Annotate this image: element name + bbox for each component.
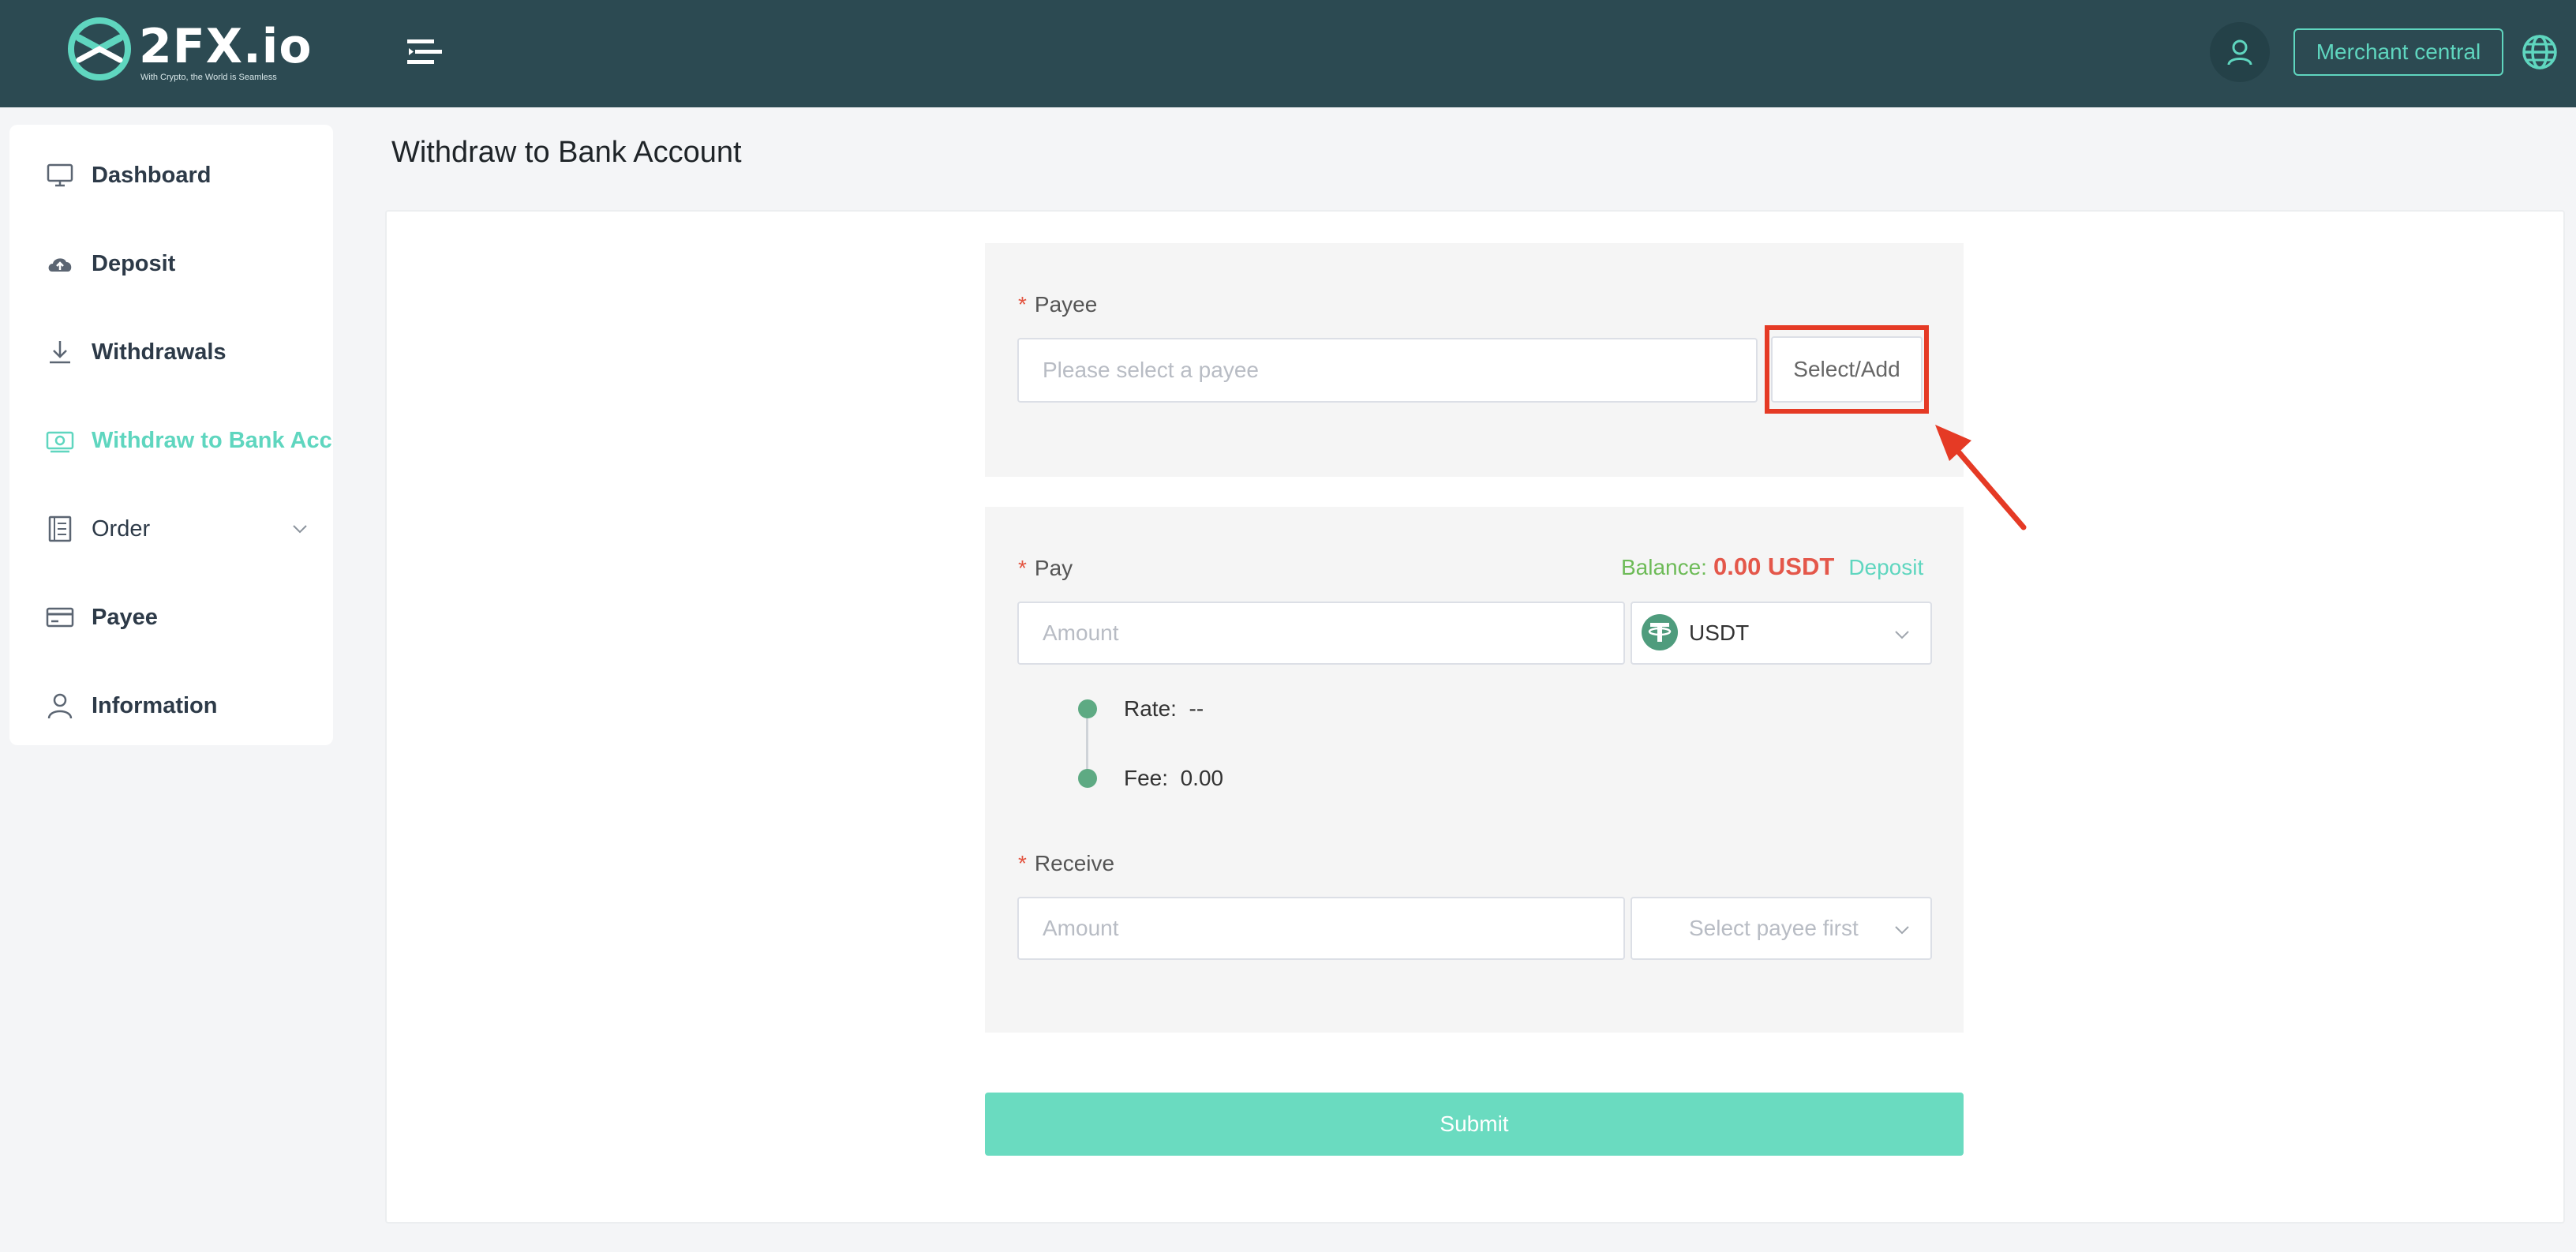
logo-mark-icon — [68, 17, 131, 81]
sidebar-item-order[interactable]: Order — [9, 485, 333, 573]
required-mark: * — [1018, 556, 1027, 580]
sidebar-item-label: Withdraw to Bank Account — [92, 427, 333, 453]
top-bar: 2FX.io With Crypto, the World is Seamles… — [0, 0, 2576, 107]
download-icon — [50, 341, 70, 364]
chevron-down-icon — [1895, 926, 1909, 935]
receive-label-text: Receive — [1034, 851, 1115, 875]
sidebar-item-label: Payee — [92, 604, 158, 630]
user-icon — [2227, 39, 2252, 66]
rate-label: Rate: — [1124, 696, 1177, 721]
highlight-box — [1765, 325, 1929, 414]
fee-dot — [1078, 769, 1097, 788]
sidebar-item-label: Deposit — [92, 250, 176, 276]
chevron-down-icon — [293, 525, 307, 534]
balance-value: 0.00 USDT — [1713, 553, 1835, 580]
pay-currency-value: USDT — [1689, 620, 1750, 645]
payee-label-text: Payee — [1034, 292, 1098, 317]
globe-icon[interactable] — [2521, 33, 2559, 71]
sidebar: Dashboard Deposit Withdrawals Withdraw t… — [9, 125, 333, 745]
pay-label: * Pay — [1018, 556, 1073, 581]
sidebar-item-label: Information — [92, 692, 218, 718]
sidebar-item-withdrawals[interactable]: Withdrawals — [9, 308, 333, 396]
submit-button[interactable]: Submit — [985, 1093, 1964, 1156]
timeline-line — [1086, 709, 1088, 778]
monitor-icon — [47, 163, 73, 187]
receive-currency-placeholder: Select payee first — [1689, 916, 1859, 940]
sidebar-item-label: Withdrawals — [92, 339, 227, 365]
brand-logo[interactable]: 2FX.io With Crypto, the World is Seamles… — [68, 17, 312, 88]
payee-input[interactable]: Please select a payee — [1017, 338, 1758, 403]
page-title: Withdraw to Bank Account — [391, 136, 742, 169]
receive-amount-input[interactable]: Amount — [1017, 897, 1625, 960]
balance-label: Balance: — [1621, 555, 1707, 579]
rate-dot — [1078, 699, 1097, 718]
deposit-link[interactable]: Deposit — [1848, 555, 1923, 579]
receive-label: * Receive — [1018, 851, 1114, 876]
fee-row: Fee: 0.00 — [1124, 766, 1223, 791]
brand-name: 2FX.io — [139, 19, 313, 74]
user-icon — [47, 693, 73, 719]
tether-coin-icon — [1642, 614, 1678, 650]
fee-label: Fee: — [1124, 766, 1169, 790]
cloud-upload-icon — [48, 258, 72, 272]
receive-currency-select[interactable]: Select payee first — [1631, 897, 1932, 960]
balance-display: Balance: 0.00 USDT Deposit — [1621, 553, 1923, 581]
sidebar-item-information[interactable]: Information — [9, 662, 333, 745]
sidebar-item-deposit[interactable]: Deposit — [9, 219, 333, 308]
sidebar-item-dashboard[interactable]: Dashboard — [9, 131, 333, 219]
sidebar-item-label: Dashboard — [92, 162, 212, 188]
bank-cash-icon — [46, 431, 74, 453]
sidebar-item-withdraw-to-bank[interactable]: Withdraw to Bank Account — [9, 396, 333, 485]
menu-toggle-icon[interactable] — [407, 38, 442, 66]
merchant-central-button[interactable]: Merchant central — [2293, 28, 2503, 76]
required-mark: * — [1018, 851, 1027, 875]
fee-value: 0.00 — [1180, 766, 1224, 790]
pay-label-text: Pay — [1034, 556, 1073, 580]
payee-label: * Payee — [1018, 292, 1097, 317]
pay-amount-input[interactable]: Amount — [1017, 602, 1625, 665]
sidebar-item-label: Order — [92, 515, 151, 542]
user-avatar-button[interactable] — [2210, 22, 2270, 82]
sidebar-item-payee[interactable]: Payee — [9, 573, 333, 662]
required-mark: * — [1018, 292, 1027, 317]
rate-value: -- — [1189, 696, 1204, 721]
pay-currency-select[interactable]: USDT — [1631, 602, 1932, 665]
chevron-down-icon — [1895, 631, 1909, 639]
rate-row: Rate: -- — [1124, 696, 1204, 722]
brand-tagline: With Crypto, the World is Seamless — [140, 73, 277, 82]
credit-card-icon — [46, 607, 74, 628]
document-list-icon — [48, 515, 72, 542]
